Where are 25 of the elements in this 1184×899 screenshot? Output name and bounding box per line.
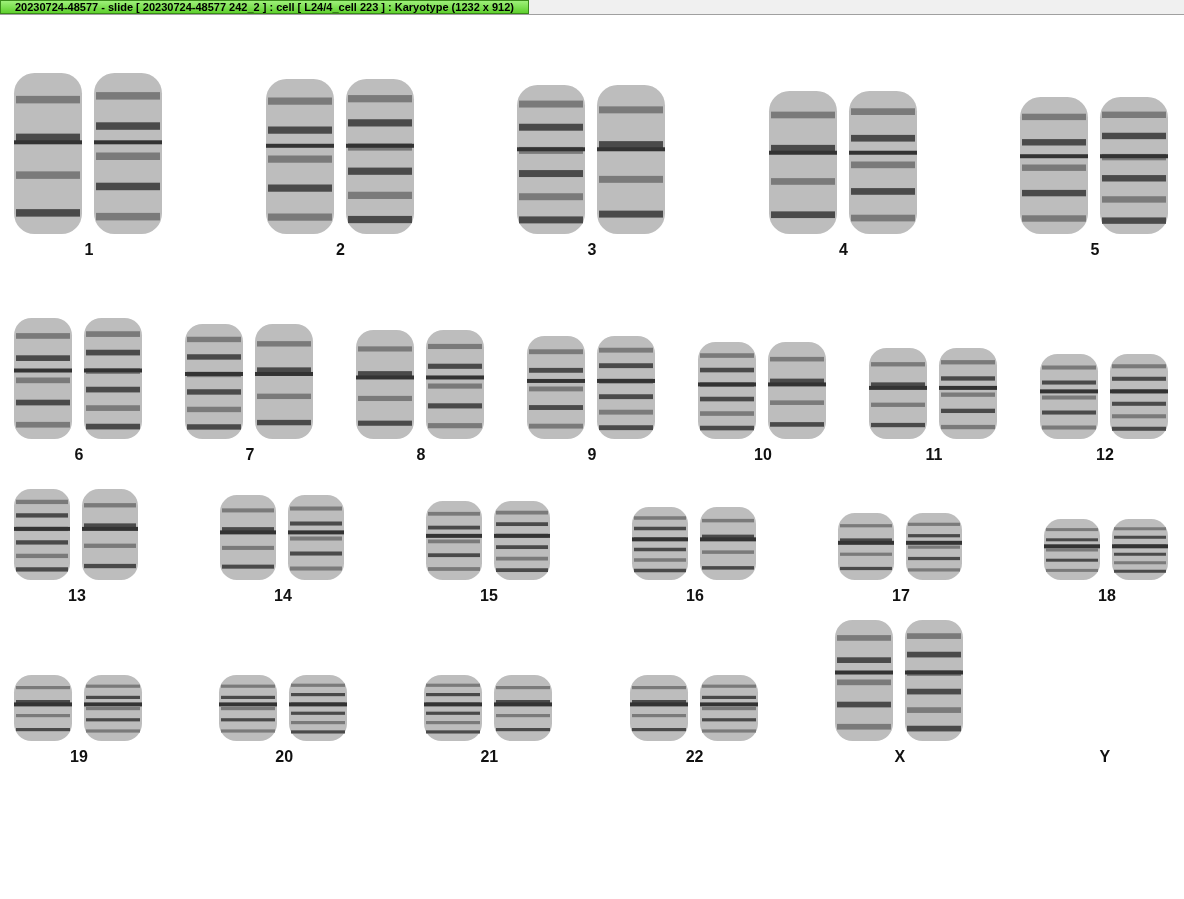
chromosome-label: 21: [480, 747, 499, 767]
chromosome-label: X: [894, 747, 906, 767]
chromosome-label: 1: [84, 240, 94, 260]
chromosome-label: 17: [892, 586, 910, 606]
chromosome-label: 14: [274, 586, 292, 606]
chromosome-label: 7: [245, 445, 255, 465]
chromosome-label: 22: [685, 747, 704, 767]
chromosome-label: 18: [1098, 586, 1116, 606]
chromosome-label: 8: [416, 445, 426, 465]
chromosome-label: 4: [839, 240, 848, 260]
chromosome-label: 3: [587, 240, 597, 260]
chromosome-label: 12: [1096, 445, 1114, 465]
chromosome-label: 15: [480, 586, 498, 606]
chromosome-label: 2: [336, 240, 345, 260]
chromosome-label: 13: [68, 586, 86, 606]
chromosome-label: 20: [275, 747, 294, 767]
chromosome-label: 19: [70, 747, 88, 767]
window-title: 20230724-48577 - slide [ 20230724-48577 242_2 ] : cell [ L24/4_cell 223 ] : Karyotype (1232 x 912): [0, 0, 529, 14]
chromosome-label: 5: [1090, 240, 1100, 260]
chromosome-label: 16: [686, 586, 704, 606]
chromosome-label: 6: [74, 445, 84, 465]
chromosome-label: 9: [587, 445, 597, 465]
chromosome-label: 11: [925, 445, 943, 465]
chromosome-label: Y: [1099, 747, 1111, 767]
chromosome-label: 10: [754, 445, 772, 465]
